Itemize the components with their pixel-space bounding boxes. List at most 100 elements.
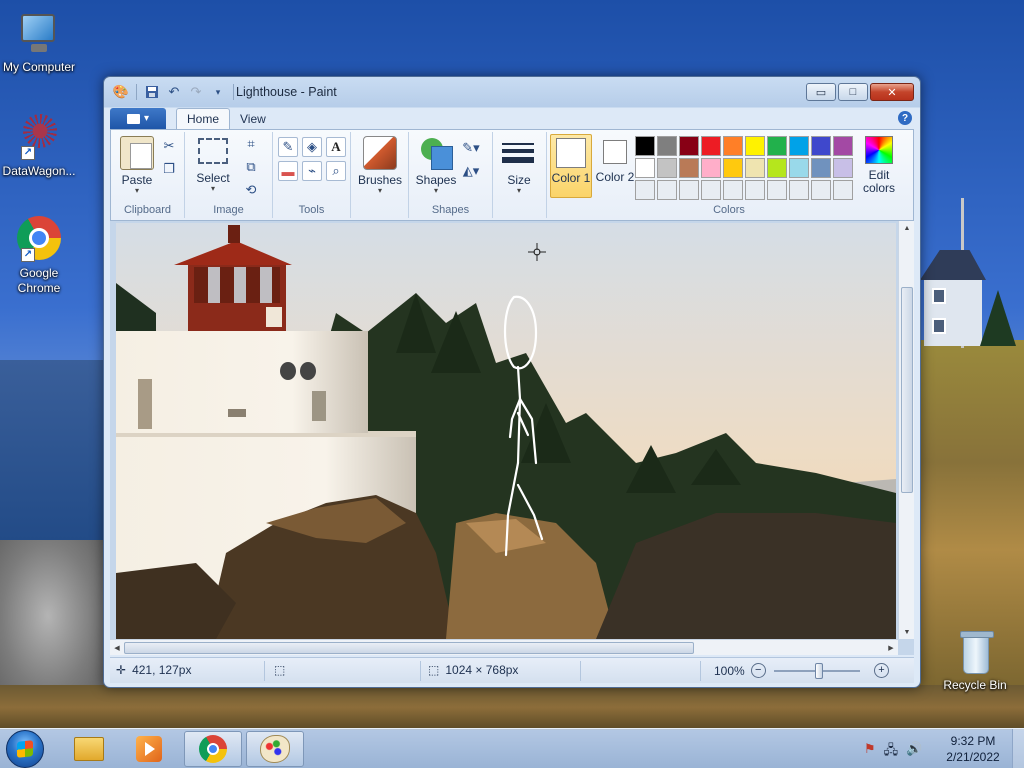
palette-swatch[interactable]: [701, 158, 721, 178]
title-bar[interactable]: 🎨 ↶ ↷ ▾ Lighthouse - Paint ▭ □ ✕: [104, 77, 920, 107]
scroll-left-icon[interactable]: ◀: [110, 640, 124, 655]
color-palette: [635, 136, 853, 200]
copy-icon[interactable]: ❐: [159, 159, 179, 179]
paint-app-icon[interactable]: 🎨: [112, 84, 130, 100]
palette-swatch[interactable]: [833, 158, 853, 178]
eraser-icon[interactable]: ▬: [278, 161, 298, 181]
color1-button[interactable]: Color 1: [550, 134, 592, 198]
maximize-button[interactable]: □: [838, 83, 868, 101]
close-button[interactable]: ✕: [870, 83, 914, 101]
cut-icon[interactable]: ✂: [159, 136, 179, 156]
palette-swatch[interactable]: [635, 158, 655, 178]
magnifier-icon[interactable]: ⌕: [326, 161, 346, 181]
chrome-icon: [199, 735, 227, 763]
zoom-out-icon[interactable]: −: [750, 663, 766, 678]
edit-colors-button[interactable]: Edit colors: [855, 134, 903, 198]
palette-swatch[interactable]: [679, 158, 699, 178]
palette-swatch[interactable]: [679, 180, 699, 200]
action-center-flag-icon[interactable]: ⚑: [864, 741, 876, 763]
group-label-shapes: Shapes: [431, 204, 470, 216]
scroll-down-icon[interactable]: ▼: [899, 625, 914, 639]
paste-button[interactable]: Paste ▾: [115, 134, 159, 198]
desktop-icon-google-chrome[interactable]: ↗ Google Chrome: [0, 216, 78, 296]
palette-swatch[interactable]: [789, 180, 809, 200]
palette-swatch[interactable]: [767, 158, 787, 178]
text-icon[interactable]: A: [326, 137, 346, 157]
tools-grid: ✎ ◈ A ▬ ⌁ ⌕: [278, 137, 346, 181]
palette-swatch[interactable]: [701, 180, 721, 200]
group-label-colors: Colors: [713, 204, 745, 216]
minimize-button[interactable]: ▭: [806, 83, 836, 101]
group-label-tools: Tools: [298, 204, 325, 216]
palette-swatch[interactable]: [767, 136, 787, 156]
palette-swatch[interactable]: [811, 158, 831, 178]
customize-qat-chevron-icon[interactable]: ▾: [209, 84, 227, 100]
file-menu-button[interactable]: ▾: [110, 108, 166, 129]
show-desktop-button[interactable]: [1012, 729, 1024, 768]
zoom-slider-thumb[interactable]: [815, 663, 823, 679]
rotate-icon[interactable]: ⟲: [241, 180, 261, 200]
palette-swatch[interactable]: [789, 158, 809, 178]
zoom-in-icon[interactable]: +: [874, 663, 889, 678]
drawing-canvas[interactable]: [116, 223, 896, 639]
taskbar-chrome-button[interactable]: [184, 731, 242, 767]
undo-icon[interactable]: ↶: [165, 84, 183, 100]
network-icon[interactable]: 🖧: [884, 741, 899, 763]
palette-swatch[interactable]: [745, 158, 765, 178]
outline-icon[interactable]: ✎▾: [459, 138, 483, 158]
help-icon[interactable]: ?: [898, 111, 912, 125]
palette-swatch[interactable]: [745, 180, 765, 200]
vertical-scrollbar[interactable]: ▲ ▼: [898, 221, 914, 639]
horizontal-scroll-thumb[interactable]: [124, 642, 694, 654]
resize-icon[interactable]: ⧉: [241, 157, 261, 177]
palette-swatch[interactable]: [635, 180, 655, 200]
vertical-scroll-thumb[interactable]: [901, 287, 913, 493]
tab-home[interactable]: Home: [176, 108, 231, 129]
palette-swatch[interactable]: [657, 158, 677, 178]
select-button[interactable]: Select ▾: [191, 134, 235, 198]
palette-swatch[interactable]: [657, 180, 677, 200]
color-picker-icon[interactable]: ⌁: [302, 161, 322, 181]
palette-swatch[interactable]: [679, 136, 699, 156]
palette-swatch[interactable]: [811, 180, 831, 200]
brushes-button[interactable]: Brushes ▾: [355, 134, 405, 198]
palette-swatch[interactable]: [767, 180, 787, 200]
desktop-icon-recycle-bin[interactable]: Recycle Bin: [936, 631, 1014, 693]
crop-icon[interactable]: ⌗: [241, 134, 261, 154]
palette-swatch[interactable]: [723, 136, 743, 156]
volume-icon[interactable]: 🔊: [906, 741, 922, 763]
shapes-button[interactable]: Shapes ▾: [413, 134, 459, 198]
palette-swatch[interactable]: [701, 136, 721, 156]
fill-bucket-icon[interactable]: ◈: [302, 137, 322, 157]
scroll-up-icon[interactable]: ▲: [899, 221, 914, 235]
scroll-right-icon[interactable]: ▶: [884, 640, 898, 655]
palette-swatch[interactable]: [833, 180, 853, 200]
size-button[interactable]: Size ▾: [497, 134, 541, 198]
taskbar-media-player-button[interactable]: [120, 731, 178, 767]
clock[interactable]: 9:32 PM 2/21/2022: [940, 733, 1006, 765]
fill-icon[interactable]: ◭▾: [459, 161, 483, 181]
palette-swatch[interactable]: [811, 136, 831, 156]
tab-view[interactable]: View: [230, 108, 276, 129]
group-image: Select ▾ ⌗ ⧉ ⟲ Image: [185, 132, 273, 218]
palette-swatch[interactable]: [723, 180, 743, 200]
shapes-label: Shapes: [415, 173, 457, 187]
palette-swatch[interactable]: [789, 136, 809, 156]
taskbar-paint-button[interactable]: [246, 731, 304, 767]
start-button[interactable]: [6, 730, 44, 768]
system-tray: ⚑ 🖧 🔊: [864, 741, 922, 763]
desktop-icon-my-computer[interactable]: My Computer: [0, 10, 78, 75]
palette-swatch[interactable]: [745, 136, 765, 156]
brush-icon: [363, 136, 397, 170]
pencil-icon[interactable]: ✎: [278, 137, 298, 157]
palette-swatch[interactable]: [635, 136, 655, 156]
desktop-icon-datawagon[interactable]: ↗ DataWagon...: [0, 114, 78, 179]
color2-button[interactable]: Color 2: [594, 134, 636, 198]
palette-swatch[interactable]: [723, 158, 743, 178]
palette-swatch[interactable]: [657, 136, 677, 156]
redo-icon[interactable]: ↷: [187, 84, 205, 100]
save-icon[interactable]: [143, 84, 161, 100]
horizontal-scrollbar[interactable]: ◀ ▶: [110, 639, 898, 655]
palette-swatch[interactable]: [833, 136, 853, 156]
taskbar-explorer-button[interactable]: [60, 731, 118, 767]
